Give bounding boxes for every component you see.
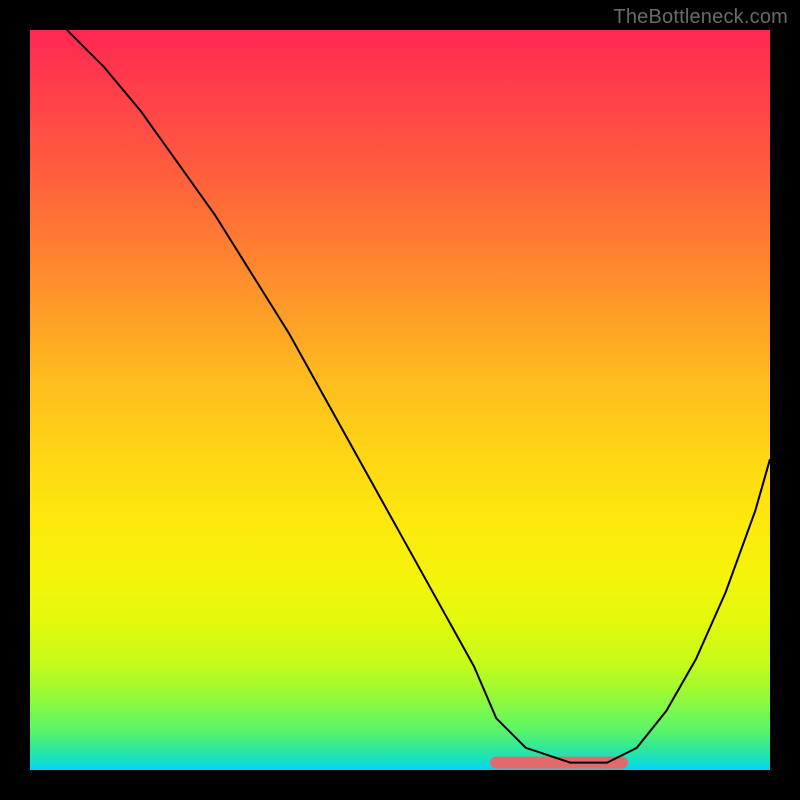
chart-frame: TheBottleneck.com bbox=[0, 0, 800, 800]
plot-viewport bbox=[30, 30, 770, 770]
watermark-text: TheBottleneck.com bbox=[613, 6, 788, 29]
bottleneck-curve bbox=[67, 30, 770, 763]
chart-overlay bbox=[30, 30, 770, 770]
